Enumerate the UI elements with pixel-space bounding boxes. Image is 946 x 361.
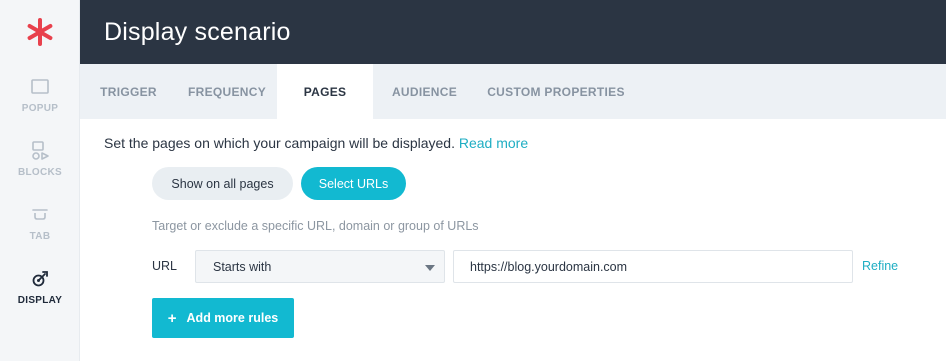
- tab-bar: TRIGGER FREQUENCY PAGES AUDIENCE CUSTOM …: [80, 64, 946, 119]
- pages-intro: Set the pages on which your campaign wil…: [104, 135, 528, 151]
- tab-custom-properties[interactable]: CUSTOM PROPERTIES: [476, 64, 636, 119]
- sidebar-item-blocks[interactable]: BLOCKS: [0, 140, 80, 190]
- tab-icon: [31, 204, 49, 226]
- sidebar: POPUP BLOCKS TAB DISPLAY: [0, 0, 80, 361]
- sidebar-item-label: POPUP: [21, 103, 59, 114]
- sidebar-item-display[interactable]: DISPLAY: [0, 268, 80, 318]
- sidebar-item-label: TAB: [29, 231, 51, 242]
- tab-audience[interactable]: AUDIENCE: [373, 64, 476, 119]
- url-value-input[interactable]: [453, 250, 853, 283]
- page-title: Display scenario: [104, 17, 291, 46]
- intro-text: Set the pages on which your campaign wil…: [104, 135, 455, 151]
- read-more-link[interactable]: Read more: [459, 135, 528, 151]
- tab-trigger[interactable]: TRIGGER: [80, 64, 177, 119]
- url-operator-select[interactable]: Starts with: [195, 250, 445, 283]
- add-more-rules-label: Add more rules: [186, 311, 279, 325]
- asterisk-logo-icon[interactable]: [0, 14, 80, 50]
- tab-frequency[interactable]: FREQUENCY: [177, 64, 277, 119]
- chevron-down-icon: [425, 265, 435, 271]
- sidebar-item-popup[interactable]: POPUP: [0, 76, 80, 126]
- url-rule-label: URL: [152, 259, 178, 273]
- tab-pages[interactable]: PAGES: [277, 64, 373, 119]
- sidebar-item-label: DISPLAY: [17, 295, 63, 306]
- popup-square-icon: [31, 76, 49, 98]
- add-more-rules-button[interactable]: + Add more rules: [152, 298, 294, 338]
- page-header: Display scenario: [80, 0, 946, 64]
- blocks-shapes-icon: [30, 140, 50, 162]
- url-targeting-helper-text: Target or exclude a specific URL, domain…: [152, 219, 479, 233]
- show-on-all-pages-button[interactable]: Show on all pages: [152, 167, 293, 200]
- url-operator-value: Starts with: [213, 259, 272, 274]
- plus-icon: +: [167, 309, 177, 327]
- sidebar-item-label: BLOCKS: [17, 167, 63, 178]
- display-target-icon: [31, 268, 49, 290]
- refine-link[interactable]: Refine: [862, 259, 898, 273]
- select-urls-button[interactable]: Select URLs: [301, 167, 406, 200]
- sidebar-item-tab[interactable]: TAB: [0, 204, 80, 254]
